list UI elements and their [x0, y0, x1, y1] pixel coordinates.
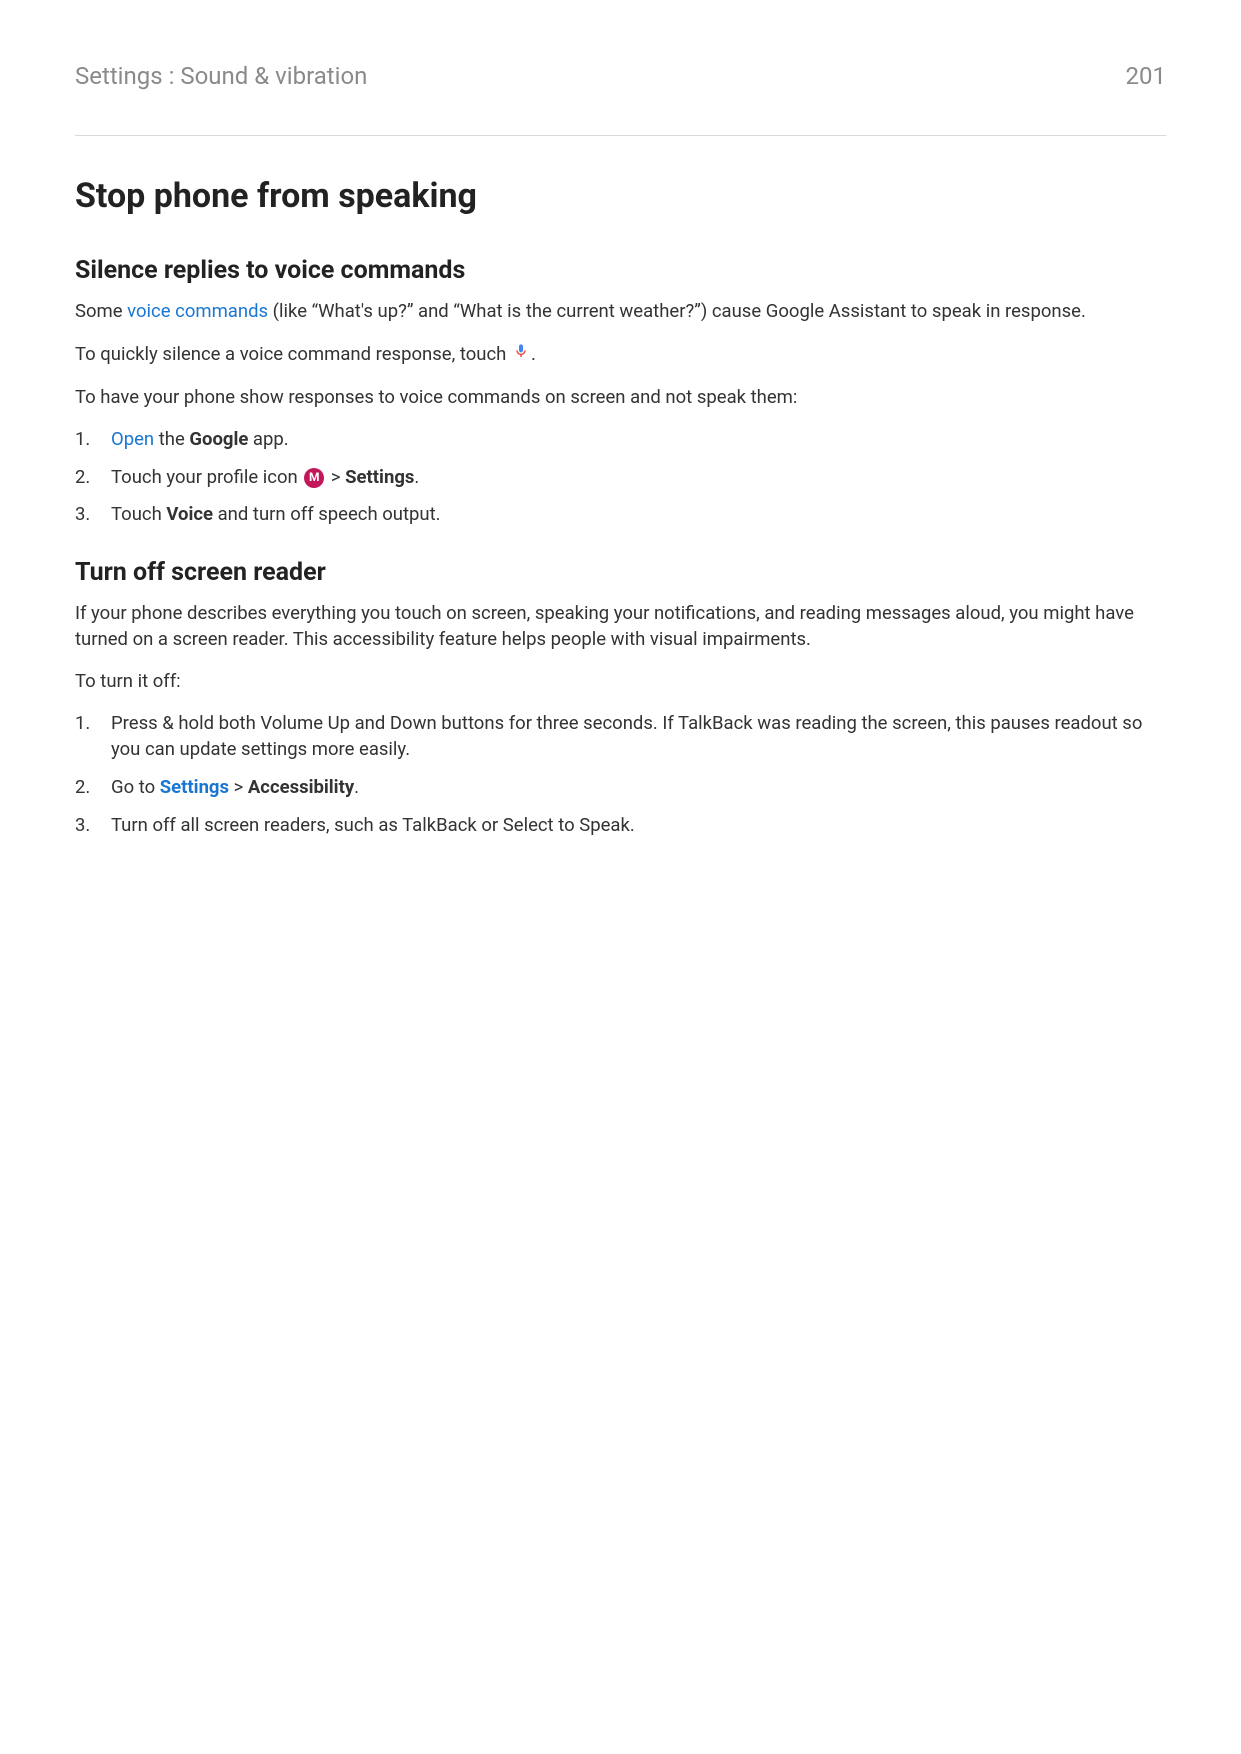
page-header: Settings : Sound & vibration 201	[75, 62, 1166, 136]
list-item: Open the Google app.	[75, 427, 1166, 453]
steps-list-screen-reader: Press & hold both Volume Up and Down but…	[75, 711, 1166, 839]
paragraph: Some voice commands (like “What's up?” a…	[75, 299, 1166, 325]
profile-icon: M	[304, 468, 324, 488]
link-open[interactable]: Open	[111, 428, 154, 450]
microphone-icon	[513, 341, 529, 369]
paragraph: To quickly silence a voice command respo…	[75, 341, 1166, 369]
paragraph: If your phone describes everything you t…	[75, 601, 1166, 653]
paragraph: To have your phone show responses to voi…	[75, 385, 1166, 411]
breadcrumb: Settings : Sound & vibration	[75, 62, 367, 90]
page-number: 201	[1126, 62, 1166, 90]
paragraph: To turn it off:	[75, 669, 1166, 695]
page-title: Stop phone from speaking	[75, 176, 1166, 216]
list-item: Press & hold both Volume Up and Down but…	[75, 711, 1166, 763]
link-settings[interactable]: Settings	[160, 776, 229, 798]
list-item: Turn off all screen readers, such as Tal…	[75, 813, 1166, 839]
section-heading-screen-reader: Turn off screen reader	[75, 558, 1166, 587]
list-item: Touch Voice and turn off speech output.	[75, 502, 1166, 528]
list-item: Touch your profile icon M > Settings.	[75, 465, 1166, 491]
link-voice-commands[interactable]: voice commands	[127, 300, 268, 322]
list-item: Go to Settings > Accessibility.	[75, 775, 1166, 801]
steps-list-silence: Open the Google app. Touch your profile …	[75, 427, 1166, 529]
section-heading-silence: Silence replies to voice commands	[75, 256, 1166, 285]
